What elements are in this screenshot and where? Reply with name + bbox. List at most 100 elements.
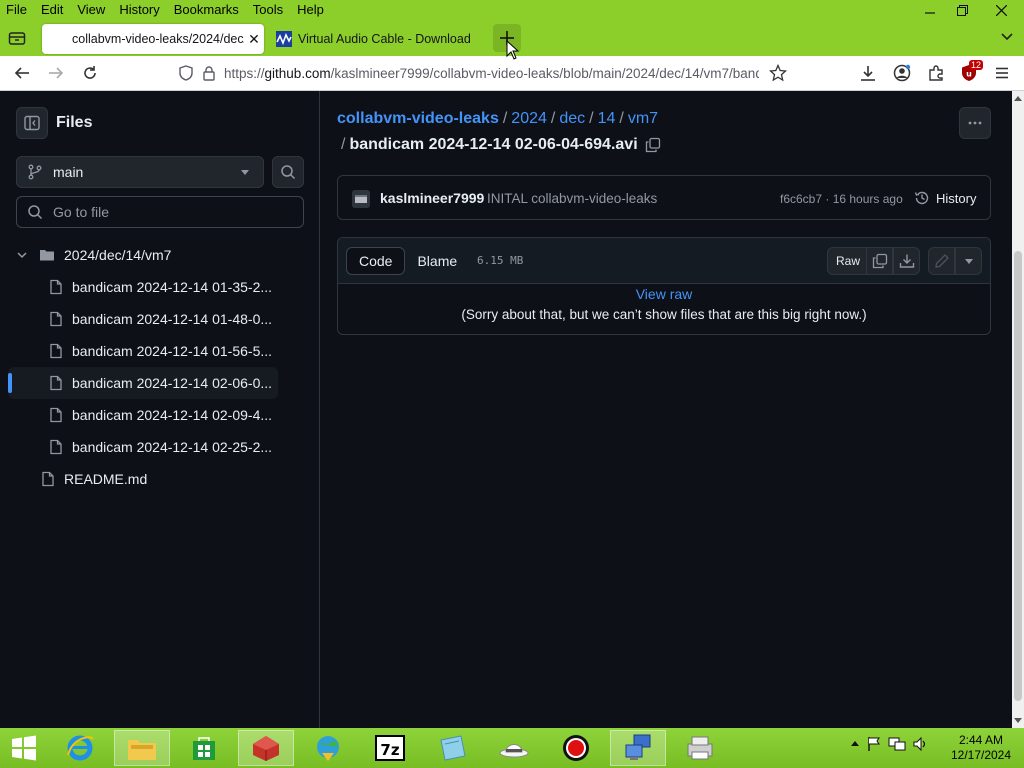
- breadcrumb-link-2024[interactable]: 2024: [511, 110, 547, 127]
- action-center-flag-icon[interactable]: [866, 736, 882, 752]
- blame-tab[interactable]: Blame: [405, 247, 469, 275]
- scroll-down-icon[interactable]: [1012, 716, 1024, 726]
- clock-date: 12/17/2024: [950, 748, 1012, 762]
- show-hidden-icons-icon[interactable]: [850, 739, 860, 749]
- chevron-down-icon[interactable]: [16, 249, 28, 261]
- search-files-button[interactable]: [272, 156, 304, 188]
- taskbar-firefox-like[interactable]: [238, 730, 294, 766]
- taskbar-file-explorer[interactable]: [114, 730, 170, 766]
- tree-file-item[interactable]: bandicam 2024-12-14 01-48-0...: [8, 303, 312, 335]
- forward-icon[interactable]: [47, 64, 65, 82]
- file-label: bandicam 2024-12-14 01-35-2...: [72, 279, 273, 295]
- page-scrollbar[interactable]: [1012, 91, 1024, 728]
- scroll-up-icon[interactable]: [1012, 93, 1024, 103]
- menu-bookmarks[interactable]: Bookmarks: [168, 0, 247, 20]
- commit-hash-time[interactable]: f6c6cb7 · 16 hours ago: [780, 192, 903, 206]
- windows-taskbar: 7z 2:44 AM 12/17/2024: [0, 728, 1024, 768]
- taskbar-7zip[interactable]: 7z: [362, 730, 418, 766]
- navigation-bar: https://github.com/kaslmineer7999/collab…: [0, 56, 1024, 91]
- raw-button[interactable]: Raw: [827, 247, 870, 275]
- tab-collabvm[interactable]: collabvm-video-leaks/2024/dec/14/vm7 ✕: [42, 24, 264, 54]
- address-bar[interactable]: https://github.com/kaslmineer7999/collab…: [170, 59, 790, 87]
- close-icon: [995, 4, 1007, 16]
- downloads-icon[interactable]: [859, 64, 877, 82]
- view-raw-link[interactable]: View raw: [338, 286, 990, 302]
- more-options-button[interactable]: [959, 107, 991, 139]
- back-icon[interactable]: [13, 64, 31, 82]
- breadcrumb-separator: /: [619, 110, 624, 127]
- extensions-icon[interactable]: [927, 64, 945, 82]
- menu-help[interactable]: Help: [291, 0, 332, 20]
- tree-file-item-selected[interactable]: bandicam 2024-12-14 02-06-0...: [8, 367, 278, 399]
- menu-history[interactable]: History: [113, 0, 167, 20]
- menu-view[interactable]: View: [71, 0, 113, 20]
- taskbar-network-app[interactable]: [610, 730, 666, 766]
- url-path: /kaslmineer7999/collabvm-video-leaks/blo…: [330, 65, 759, 81]
- copy-raw-button[interactable]: [866, 247, 893, 275]
- tree-file-item[interactable]: bandicam 2024-12-14 01-56-5...: [8, 335, 312, 367]
- branch-selector[interactable]: main: [16, 156, 264, 188]
- account-icon[interactable]: [893, 64, 911, 82]
- taskbar-notes-app[interactable]: [424, 730, 480, 766]
- minimize-button[interactable]: [914, 0, 946, 20]
- window-controls: [914, 0, 1024, 20]
- edit-options-dropdown[interactable]: [955, 247, 982, 275]
- breadcrumb-repo-link[interactable]: collabvm-video-leaks: [337, 110, 499, 127]
- volume-icon[interactable]: [912, 736, 928, 752]
- notepad-icon: [440, 735, 466, 761]
- copy-path-icon[interactable]: [645, 137, 661, 153]
- taskbar-clock[interactable]: 2:44 AM 12/17/2024: [946, 733, 1016, 763]
- taskbar-store[interactable]: [176, 730, 232, 766]
- taskbar-internet-explorer[interactable]: [52, 730, 108, 766]
- reload-icon[interactable]: [81, 64, 99, 82]
- avatar[interactable]: [352, 190, 370, 208]
- code-tab[interactable]: Code: [346, 247, 406, 275]
- menu-edit[interactable]: Edit: [35, 0, 71, 20]
- svg-text:7z: 7z: [380, 741, 399, 759]
- tracking-shield-icon[interactable]: [178, 65, 194, 81]
- chevron-down-icon[interactable]: [1000, 30, 1014, 44]
- tab-list-icon[interactable]: [8, 29, 26, 47]
- menu-file[interactable]: File: [0, 0, 35, 20]
- tree-file-item[interactable]: bandicam 2024-12-14 02-09-4...: [8, 399, 312, 431]
- file-icon: [50, 343, 62, 359]
- taskbar-bandicam[interactable]: [548, 730, 604, 766]
- history-button[interactable]: History: [914, 190, 976, 206]
- kebab-horizontal-icon: [968, 121, 982, 125]
- lock-icon[interactable]: [202, 65, 216, 81]
- breadcrumb-separator: /: [589, 110, 594, 127]
- tree-file-readme[interactable]: README.md: [8, 463, 312, 495]
- hamburger-menu-icon[interactable]: [993, 64, 1011, 82]
- download-raw-button[interactable]: [893, 247, 920, 275]
- taskbar-internet-download-manager[interactable]: [300, 730, 356, 766]
- tree-folder-vm7[interactable]: 2024/dec/14/vm7: [8, 239, 312, 271]
- commit-author[interactable]: kaslmineer7999: [380, 190, 484, 206]
- tab-title: collabvm-video-leaks/2024/dec/14/vm7: [72, 32, 244, 46]
- copy-icon: [872, 253, 887, 269]
- scrollbar-thumb[interactable]: [1014, 251, 1022, 701]
- restore-button[interactable]: [946, 0, 978, 20]
- tab-virtual-audio-cable[interactable]: Virtual Audio Cable - Download: [268, 24, 486, 54]
- breadcrumb-link-dec[interactable]: dec: [559, 110, 585, 127]
- close-window-button[interactable]: [978, 0, 1024, 20]
- start-button[interactable]: [0, 730, 48, 766]
- bookmark-star-icon[interactable]: [769, 64, 787, 82]
- tree-file-item[interactable]: bandicam 2024-12-14 02-25-2...: [8, 431, 312, 463]
- breadcrumb-link-14[interactable]: 14: [598, 110, 616, 127]
- taskbar-printer-app[interactable]: [672, 730, 728, 766]
- go-to-file-input[interactable]: Go to file: [16, 196, 304, 228]
- commit-message[interactable]: INITAL collabvm-video-leaks: [487, 191, 657, 206]
- taskbar-hat-app[interactable]: [486, 730, 542, 766]
- caret-down-icon: [964, 259, 973, 264]
- file-too-big-message: (Sorry about that, but we can’t show fil…: [461, 307, 867, 322]
- tree-file-item[interactable]: bandicam 2024-12-14 01-35-2...: [8, 271, 312, 303]
- menu-tools[interactable]: Tools: [247, 0, 291, 20]
- network-icon[interactable]: [888, 736, 906, 752]
- breadcrumb-link-vm7[interactable]: vm7: [628, 110, 658, 127]
- file-label: bandicam 2024-12-14 01-56-5...: [72, 343, 273, 359]
- site-favicon-icon: [276, 31, 292, 47]
- collapse-sidebar-button[interactable]: [16, 107, 48, 139]
- tab-close-icon[interactable]: ✕: [244, 31, 264, 48]
- printer-icon: [687, 736, 713, 760]
- edit-file-button[interactable]: [928, 247, 955, 275]
